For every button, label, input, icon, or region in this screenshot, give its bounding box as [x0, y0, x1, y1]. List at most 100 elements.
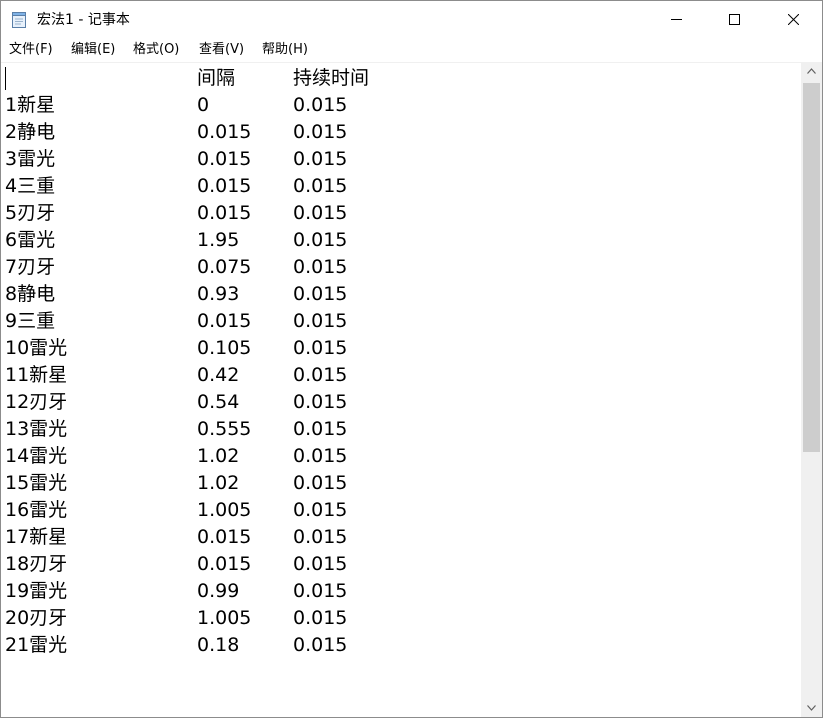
- header-duration: 持续时间: [293, 67, 370, 89]
- minimize-icon: [671, 19, 682, 20]
- text-line: 19雷光 0.99 0.015: [5, 578, 347, 605]
- row-duration: 0.015: [293, 310, 348, 332]
- row-name: 5刃牙: [5, 202, 56, 224]
- row-interval: 0.93: [197, 283, 240, 305]
- row-name: 13雷光: [5, 418, 68, 440]
- text-line: 17新星 0.015 0.015: [5, 524, 347, 551]
- row-duration: 0.015: [293, 634, 348, 656]
- menu-view[interactable]: 查看(V): [199, 42, 244, 58]
- close-icon: [788, 14, 799, 25]
- row-name: 12刃牙: [5, 391, 68, 413]
- text-line: 14雷光 1.02 0.015: [5, 443, 347, 470]
- row-interval: 0.105: [197, 337, 252, 359]
- minimize-button[interactable]: [647, 1, 705, 38]
- row-duration: 0.015: [293, 391, 348, 413]
- row-duration: 0.015: [293, 472, 348, 494]
- row-name: 7刃牙: [5, 256, 56, 278]
- row-duration: 0.015: [293, 499, 348, 521]
- menu-format[interactable]: 格式(O): [133, 42, 179, 58]
- row-duration: 0.015: [293, 445, 348, 467]
- row-duration: 0.015: [293, 121, 348, 143]
- row-interval: 1.005: [197, 499, 252, 521]
- text-line: 13雷光 0.555 0.015: [5, 416, 347, 443]
- row-duration: 0.015: [293, 337, 348, 359]
- row-duration: 0.015: [293, 553, 348, 575]
- text-line: 5刃牙 0.015 0.015: [5, 200, 347, 227]
- header-line: 间隔 持续时间: [5, 65, 369, 92]
- menu-file[interactable]: 文件(F): [9, 42, 53, 58]
- text-line: 10雷光 0.105 0.015: [5, 335, 347, 362]
- text-line: 4三重 0.015 0.015: [5, 173, 347, 200]
- row-duration: 0.015: [293, 364, 348, 386]
- row-name: 4三重: [5, 175, 56, 197]
- row-name: 10雷光: [5, 337, 68, 359]
- row-name: 21雷光: [5, 634, 68, 656]
- row-interval: 0.075: [197, 256, 252, 278]
- chevron-up-icon: [807, 68, 816, 74]
- notepad-window: 宏法1 - 记事本 文件(F) 编辑(E) 格式(O) 查看(V) 帮助(H): [0, 0, 823, 718]
- row-name: 20刃牙: [5, 607, 68, 629]
- scroll-down-button[interactable]: [801, 700, 822, 717]
- row-interval: 0.015: [197, 553, 252, 575]
- text-line: 2静电 0.015 0.015: [5, 119, 347, 146]
- row-interval: 1.02: [197, 445, 240, 467]
- row-interval: 1.95: [197, 229, 240, 251]
- close-button[interactable]: [764, 1, 822, 38]
- row-name: 2静电: [5, 121, 56, 143]
- menu-edit[interactable]: 编辑(E): [71, 42, 115, 58]
- row-name: 8静电: [5, 283, 56, 305]
- row-duration: 0.015: [293, 418, 348, 440]
- row-interval: 0.015: [197, 148, 252, 170]
- row-interval: 1.005: [197, 607, 252, 629]
- row-duration: 0.015: [293, 283, 348, 305]
- row-name: 11新星: [5, 364, 68, 386]
- title-bar[interactable]: 宏法1 - 记事本: [1, 1, 822, 38]
- row-duration: 0.015: [293, 526, 348, 548]
- row-name: 1新星: [5, 94, 56, 116]
- row-duration: 0.015: [293, 94, 348, 116]
- row-interval: 0.18: [197, 634, 240, 656]
- maximize-icon: [729, 14, 740, 25]
- menu-help[interactable]: 帮助(H): [262, 42, 308, 58]
- vertical-scrollbar[interactable]: [801, 63, 822, 717]
- row-duration: 0.015: [293, 175, 348, 197]
- row-interval: 0.54: [197, 391, 240, 413]
- row-name: 6雷光: [5, 229, 56, 251]
- row-name: 15雷光: [5, 472, 68, 494]
- text-line: 21雷光 0.18 0.015: [5, 632, 347, 659]
- row-name: 16雷光: [5, 499, 68, 521]
- row-interval: 0: [197, 94, 210, 116]
- row-name: 19雷光: [5, 580, 68, 602]
- row-duration: 0.015: [293, 256, 348, 278]
- row-name: 3雷光: [5, 148, 56, 170]
- scrollbar-thumb[interactable]: [803, 83, 820, 452]
- row-duration: 0.015: [293, 148, 348, 170]
- text-editor[interactable]: 间隔 持续时间 1新星 0 0.015 2静电 0.015 0.015 3雷光 …: [1, 63, 801, 717]
- window-title: 宏法1 - 记事本: [37, 12, 130, 28]
- text-line: 16雷光 1.005 0.015: [5, 497, 347, 524]
- row-duration: 0.015: [293, 580, 348, 602]
- row-interval: 0.015: [197, 121, 252, 143]
- text-line: 11新星 0.42 0.015: [5, 362, 347, 389]
- row-name: 14雷光: [5, 445, 68, 467]
- row-duration: 0.015: [293, 229, 348, 251]
- row-duration: 0.015: [293, 607, 348, 629]
- text-line: 1新星 0 0.015: [5, 92, 347, 119]
- row-name: 17新星: [5, 526, 68, 548]
- scroll-up-button[interactable]: [801, 63, 822, 80]
- text-line: 20刃牙 1.005 0.015: [5, 605, 347, 632]
- text-line: 15雷光 1.02 0.015: [5, 470, 347, 497]
- menu-bar: 文件(F) 编辑(E) 格式(O) 查看(V) 帮助(H): [1, 38, 822, 63]
- notepad-icon: [11, 11, 27, 28]
- text-line: 18刃牙 0.015 0.015: [5, 551, 347, 578]
- text-line: 12刃牙 0.54 0.015: [5, 389, 347, 416]
- text-line: 3雷光 0.015 0.015: [5, 146, 347, 173]
- text-line: 8静电 0.93 0.015: [5, 281, 347, 308]
- row-interval: 0.015: [197, 175, 252, 197]
- maximize-button[interactable]: [705, 1, 763, 38]
- row-interval: 1.02: [197, 472, 240, 494]
- text-line: 6雷光 1.95 0.015: [5, 227, 347, 254]
- row-interval: 0.42: [197, 364, 240, 386]
- text-line: 9三重 0.015 0.015: [5, 308, 347, 335]
- row-interval: 0.015: [197, 202, 252, 224]
